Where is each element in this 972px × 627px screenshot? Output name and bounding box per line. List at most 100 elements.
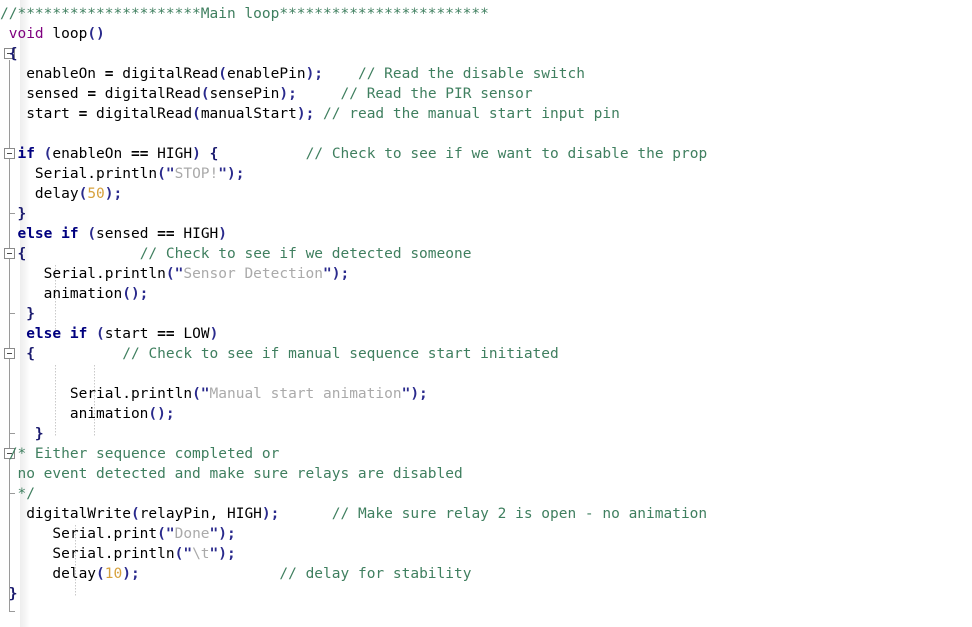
code-token-pln: digitalWrite	[0, 506, 131, 522]
code-token-pln: manualStart	[200, 106, 297, 122]
code-token-op: ==	[157, 326, 175, 342]
code-token-pun: (	[200, 86, 210, 102]
code-token-op: =	[78, 106, 88, 122]
code-token-cmt: // read the manual start input pin	[323, 106, 620, 122]
code-token-pun: (	[157, 166, 166, 182]
code-line: /* Either sequence completed or	[0, 444, 280, 464]
code-token-pln: delay	[0, 566, 97, 582]
code-editor-view[interactable]: //*********************Main loop********…	[0, 0, 972, 627]
code-line: digitalWrite(relayPin, HIGH); // Make su…	[0, 504, 707, 524]
code-token-pln	[0, 146, 17, 162]
code-token-pun: )	[192, 146, 201, 162]
code-token-pun: ();	[122, 286, 149, 302]
code-token-kw: if	[17, 146, 35, 162]
code-line: animation();	[0, 284, 149, 304]
code-token-quo: "	[165, 526, 175, 542]
code-line: { // Check to see if we detected someone	[0, 244, 471, 264]
code-token-pun: (	[192, 386, 201, 402]
code-line: { // Check to see if manual sequence sta…	[0, 344, 559, 364]
code-token-kw: else if	[26, 326, 88, 342]
code-token-pun: (	[96, 566, 105, 582]
code-token-pln: Serial.println	[0, 386, 193, 402]
code-token-pun: );	[410, 386, 428, 402]
code-token-pln: sensed	[0, 86, 88, 102]
code-token-brc: {	[209, 146, 219, 162]
code-token-kw: else if	[17, 226, 79, 242]
code-token-pln	[323, 66, 358, 82]
code-line: Serial.println("Sensor Detection");	[0, 264, 350, 284]
code-token-brc: }	[0, 586, 18, 602]
code-line: enableOn = digitalRead(enablePin); // Re…	[0, 64, 585, 84]
code-line: if (enableOn == HIGH) { // Check to see …	[0, 144, 707, 164]
code-token-pln	[201, 146, 210, 162]
code-line: //*********************Main loop********…	[0, 4, 489, 24]
code-token-str: Sensor Detection	[183, 266, 324, 282]
code-line: else if (sensed == HIGH)	[0, 224, 227, 244]
code-token-op: =	[87, 86, 97, 102]
code-token-pun: );	[261, 506, 280, 522]
code-token-pun: ();	[148, 406, 175, 422]
code-text-area[interactable]: //*********************Main loop********…	[0, 0, 972, 627]
code-token-pln	[0, 226, 17, 242]
code-token-pln: sensed	[96, 226, 158, 242]
code-token-pun: (	[96, 326, 105, 342]
code-token-brc: }	[0, 206, 27, 222]
code-token-op: ==	[130, 146, 149, 162]
code-line: */	[0, 484, 35, 504]
code-token-num: 50	[87, 186, 105, 202]
code-token-pln	[79, 226, 88, 242]
code-token-pln	[0, 26, 9, 42]
code-token-pln	[0, 346, 26, 362]
code-line: else if (start == LOW)	[0, 324, 218, 344]
code-line: }	[0, 304, 35, 324]
code-token-cmt: // Read the disable switch	[357, 66, 585, 82]
code-token-pln	[140, 566, 280, 582]
code-token-pln: animation	[0, 406, 149, 422]
code-token-pun: );	[331, 266, 350, 282]
code-line: }	[0, 584, 18, 604]
code-token-str: \t	[192, 546, 210, 562]
code-token-brc: {	[17, 246, 27, 262]
code-token-pln: digitalRead	[87, 106, 193, 122]
code-token-cmt: // delay for stability	[279, 566, 472, 582]
code-token-cmt: // Check to see if manual sequence start…	[122, 346, 559, 362]
code-token-pln: Serial.print	[0, 526, 158, 542]
code-line: Serial.print("Done");	[0, 524, 236, 544]
code-token-brc: }	[0, 306, 35, 322]
code-token-pun: (	[218, 66, 227, 82]
code-token-pln: HIGH	[148, 146, 193, 162]
code-token-pln	[0, 246, 17, 262]
code-token-op: =	[104, 66, 114, 82]
code-line: }	[0, 204, 26, 224]
code-token-pun: )	[209, 326, 219, 342]
code-token-pun: (	[157, 526, 166, 542]
code-token-cmt: // Read the PIR sensor	[340, 86, 533, 102]
code-token-pun: (	[78, 186, 88, 202]
code-token-pln	[35, 346, 122, 362]
code-token-pln: sensePin	[209, 86, 280, 102]
code-token-num: 10	[104, 566, 123, 582]
code-token-quo: "	[183, 546, 193, 562]
code-token-pln: relayPin, HIGH	[139, 506, 262, 522]
code-token-pln: Serial.println	[0, 266, 166, 282]
code-line: Serial.println("STOP!");	[0, 164, 245, 184]
code-token-cmt: */	[0, 486, 35, 502]
code-token-pln	[218, 146, 305, 162]
code-token-pln	[279, 506, 331, 522]
code-token-pun: );	[218, 526, 236, 542]
code-token-type: void	[8, 26, 44, 42]
code-line: Serial.println("Manual start animation")…	[0, 384, 428, 404]
code-token-pun: );	[218, 546, 236, 562]
code-token-cmt: // Check to see if we detected someone	[139, 246, 472, 262]
code-token-cmt: // Check to see if we want to disable th…	[305, 146, 708, 162]
code-token-quo: "	[209, 526, 219, 542]
code-token-pln: digitalRead	[96, 86, 201, 102]
code-token-cmt: // Make sure relay 2 is open - no animat…	[331, 506, 708, 522]
code-token-pln: HIGH	[174, 226, 219, 242]
code-token-pun: (	[130, 506, 140, 522]
code-token-pun: )	[218, 226, 228, 242]
code-token-op: ==	[157, 226, 175, 242]
code-line: animation();	[0, 404, 175, 424]
code-line: delay(50);	[0, 184, 122, 204]
code-token-pun: );	[122, 566, 140, 582]
